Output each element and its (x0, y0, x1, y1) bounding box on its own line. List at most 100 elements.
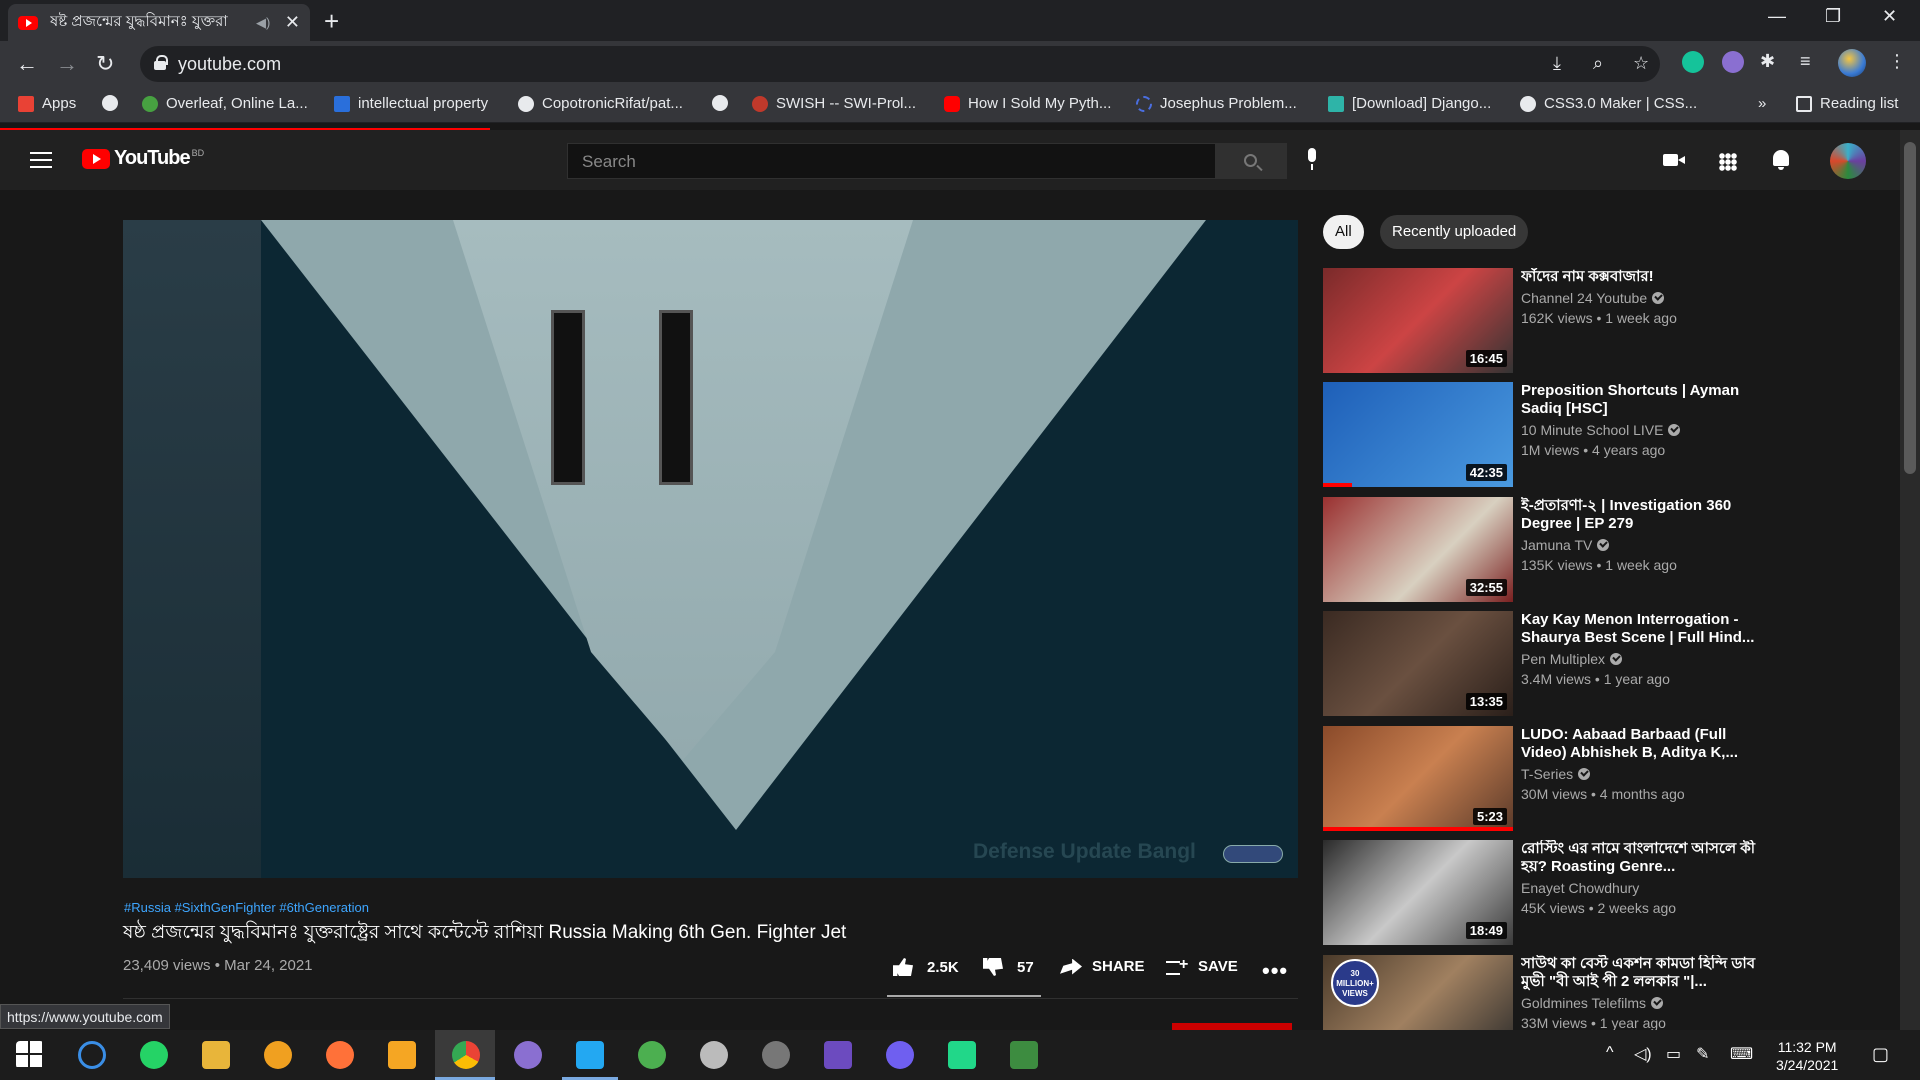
youtube-apps-icon[interactable] (1719, 153, 1737, 171)
create-video-icon[interactable] (1663, 154, 1685, 166)
bookmark-item[interactable]: Apps (18, 95, 76, 112)
channel-name[interactable]: Enayet Chowdhury (1521, 880, 1639, 896)
notification-center-icon[interactable]: ▢ (1872, 1044, 1889, 1065)
volume-icon[interactable]: ◁) (1634, 1044, 1652, 1064)
app-icon[interactable] (700, 1041, 728, 1069)
window-restore-button[interactable]: ❐ (1825, 6, 1841, 27)
visual-studio-icon[interactable] (824, 1041, 852, 1069)
recommendation-item[interactable]: 18:49 রোস্টিং এর নামে বাংলাদেশে আসলে কী … (1323, 840, 1783, 945)
app-icon[interactable] (638, 1041, 666, 1069)
channel-name[interactable]: Channel 24 Youtube (1521, 290, 1665, 306)
back-arrow-icon[interactable]: ← (16, 51, 38, 77)
bookmark-item[interactable]: How I Sold My Pyth... (944, 95, 1111, 112)
network-icon[interactable]: ▭ (1666, 1044, 1681, 1064)
recommendation-item[interactable]: 32:55 ই-প্রতারণা-২ | Investigation 360 D… (1323, 497, 1783, 602)
app-icon[interactable] (1010, 1041, 1038, 1069)
dislike-button[interactable]: 57 (983, 958, 1034, 976)
recommendation-title[interactable]: Kay Kay Menon Interrogation - Shaurya Be… (1521, 611, 1761, 647)
taskbar-clock[interactable]: 11:32 PM 3/24/2021 (1776, 1038, 1838, 1074)
bookmark-item[interactable] (102, 95, 126, 111)
pycharm-icon[interactable] (948, 1041, 976, 1069)
video-thumbnail[interactable]: 16:45 (1323, 268, 1513, 373)
menu-hamburger-icon[interactable] (30, 152, 52, 168)
recommendation-item[interactable]: 16:45 ফাঁদের নাম কক্সবাজার! Channel 24 Y… (1323, 268, 1783, 373)
bookmark-item[interactable] (712, 95, 736, 111)
app-icon[interactable] (264, 1041, 292, 1069)
app-icon[interactable] (762, 1041, 790, 1069)
windows-start-icon[interactable] (16, 1041, 44, 1069)
account-avatar[interactable] (1830, 143, 1866, 179)
github-desktop-icon[interactable] (514, 1041, 542, 1069)
voice-search-mic-icon[interactable] (1306, 148, 1318, 170)
more-actions-button[interactable]: ••• (1262, 958, 1288, 984)
notifications-bell-icon[interactable] (1773, 150, 1789, 170)
lock-icon[interactable] (154, 55, 168, 70)
recommendation-title[interactable]: রোস্টিং এর নামে বাংলাদেশে আসলে কী হয়? R… (1521, 840, 1761, 876)
whatsapp-icon[interactable] (140, 1041, 168, 1069)
messenger-icon[interactable] (886, 1041, 914, 1069)
profile-avatar[interactable] (1838, 49, 1866, 77)
recommendation-item[interactable]: 30 MILLION+ VIEWS সাউথ কা বেস্ট একশন কাম… (1323, 955, 1783, 1030)
zoom-icon[interactable]: ⌕ (1593, 53, 1603, 74)
video-thumbnail[interactable]: 42:35 (1323, 382, 1513, 487)
channel-name[interactable]: Pen Multiplex (1521, 651, 1623, 667)
extension-icon[interactable] (1722, 51, 1744, 73)
youtube-logo[interactable]: YouTube BD (82, 147, 204, 170)
bookmark-item[interactable]: CSS3.0 Maker | CSS... (1520, 95, 1697, 112)
recommendation-item[interactable]: 5:23 LUDO: Aabaad Barbaad (Full Video) A… (1323, 726, 1783, 831)
recommendation-title[interactable]: ই-প্রতারণা-২ | Investigation 360 Degree … (1521, 497, 1761, 533)
video-thumbnail[interactable]: 32:55 (1323, 497, 1513, 602)
channel-name[interactable]: Jamuna TV (1521, 537, 1610, 553)
window-close-button[interactable]: ✕ (1882, 6, 1897, 27)
bookmark-star-icon[interactable]: ☆ (1633, 53, 1649, 74)
address-bar[interactable]: youtube.com ⤓ ⌕ ☆ (140, 46, 1660, 82)
share-button[interactable]: SHARE (1060, 958, 1145, 975)
app-icon[interactable] (388, 1041, 416, 1069)
video-thumbnail[interactable]: 13:35 (1323, 611, 1513, 716)
reading-list-button[interactable]: Reading list (1796, 95, 1898, 112)
scrollbar-thumb[interactable] (1904, 142, 1916, 474)
file-explorer-icon[interactable] (202, 1041, 230, 1069)
recommendation-title[interactable]: ফাঁদের নাম কক্সবাজার! (1521, 268, 1761, 286)
like-button[interactable]: 2.5K (893, 958, 959, 976)
video-thumbnail[interactable]: 30 MILLION+ VIEWS (1323, 955, 1513, 1030)
video-player[interactable]: Defense Update Bangl (123, 220, 1298, 878)
bookmark-item[interactable]: Overleaf, Online La... (142, 95, 308, 112)
bookmark-item[interactable]: CopotronicRifat/pat... (518, 95, 683, 112)
recommendation-title[interactable]: সাউথ কা বেস্ট একশন কামডা হিন্দি ডাব মুভী… (1521, 955, 1761, 991)
reload-icon[interactable]: ↻ (96, 51, 114, 77)
vscode-icon[interactable] (576, 1041, 604, 1069)
recommendation-item[interactable]: 13:35 Kay Kay Menon Interrogation - Shau… (1323, 611, 1783, 716)
channel-name[interactable]: 10 Minute School LIVE (1521, 422, 1681, 438)
keyboard-icon[interactable]: ⌨ (1730, 1044, 1753, 1064)
search-input[interactable]: Search (567, 143, 1215, 179)
search-icon[interactable] (78, 1041, 106, 1069)
recommendation-title[interactable]: LUDO: Aabaad Barbaad (Full Video) Abhish… (1521, 726, 1761, 762)
save-button[interactable]: SAVE (1166, 956, 1238, 975)
bookmark-item[interactable]: intellectual property (334, 95, 488, 112)
search-button[interactable] (1215, 143, 1287, 179)
browser-menu-icon[interactable]: ⋮ (1888, 51, 1906, 72)
browser-tab[interactable]: ষষ্ট প্রজন্মের যুদ্ধবিমানঃ যুক্তরা ◀) ✕ (8, 4, 310, 41)
extensions-puzzle-icon[interactable]: ✱ (1760, 51, 1775, 72)
media-control-icon[interactable]: ≡ (1800, 51, 1811, 72)
channel-name[interactable]: Goldmines Telefilms (1521, 995, 1664, 1011)
grammarly-extension-icon[interactable] (1682, 51, 1704, 73)
bookmark-item[interactable]: SWISH -- SWI-Prol... (752, 95, 916, 112)
new-tab-button[interactable]: + (324, 6, 339, 37)
chrome-icon[interactable] (452, 1041, 480, 1069)
recommendation-title[interactable]: Preposition Shortcuts | Ayman Sadiq [HSC… (1521, 382, 1761, 418)
video-hashtags[interactable]: #Russia #SixthGenFighter #6thGeneration (124, 900, 369, 915)
channel-name[interactable]: T-Series (1521, 766, 1591, 782)
bookmark-item[interactable]: Josephus Problem... (1136, 95, 1297, 112)
audio-playing-icon[interactable]: ◀) (256, 15, 270, 31)
firefox-icon[interactable] (326, 1041, 354, 1069)
pen-icon[interactable]: ✎ (1696, 1044, 1709, 1064)
video-thumbnail[interactable]: 18:49 (1323, 840, 1513, 945)
video-thumbnail[interactable]: 5:23 (1323, 726, 1513, 831)
chip-recently-uploaded[interactable]: Recently uploaded (1380, 215, 1529, 249)
subscribe-watermark-badge[interactable] (1223, 845, 1283, 863)
recommendation-item[interactable]: 42:35 Preposition Shortcuts | Ayman Sadi… (1323, 382, 1783, 487)
bookmarks-overflow-button[interactable]: » (1758, 95, 1766, 112)
tab-close-button[interactable]: ✕ (285, 12, 300, 33)
